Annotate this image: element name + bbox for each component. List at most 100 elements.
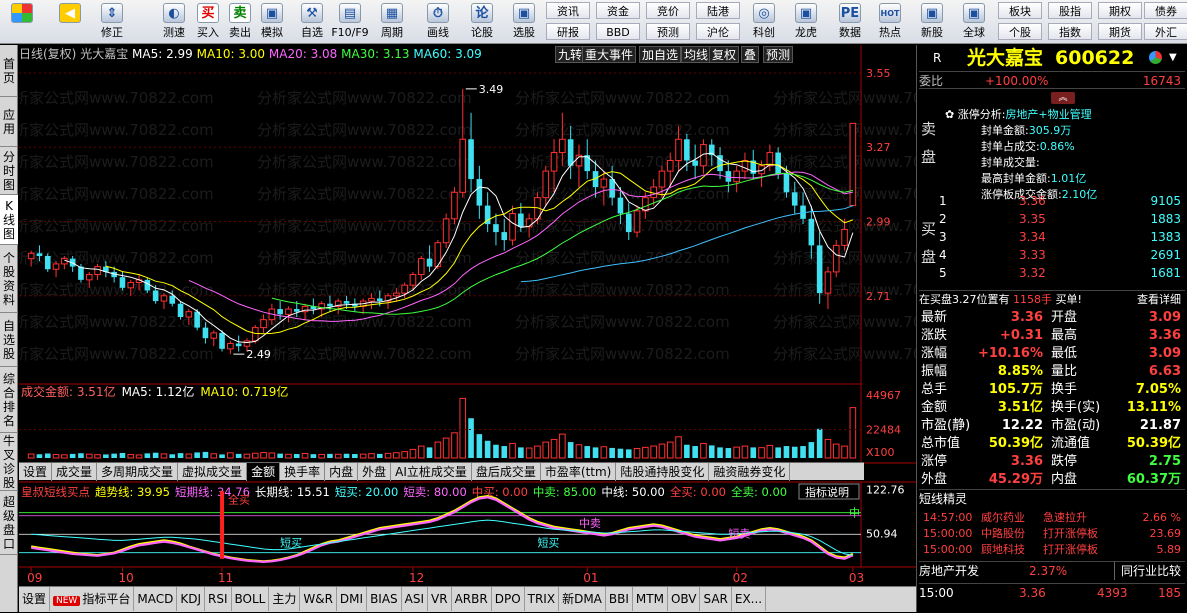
bid-row-5[interactable]: 5 3.32 1681 — [919, 264, 1185, 282]
left-tab-0[interactable]: 首页 — [0, 45, 18, 97]
toolbar-small-15[interactable]: 外汇 — [1144, 23, 1187, 40]
indicator-tab-6[interactable]: 内盘 — [325, 463, 359, 481]
sector-name[interactable]: 房地产开发 — [919, 564, 979, 578]
toolbar-button-13[interactable]: ◎ 科创 — [744, 1, 784, 43]
bottom-tab-20[interactable]: EX... — [732, 587, 767, 611]
toolbar-button-14[interactable]: ▣ 龙虎 — [786, 1, 826, 43]
toolbar-small-6[interactable]: 预测 — [646, 23, 690, 40]
chip-6[interactable]: 预测 — [763, 46, 794, 63]
toolbar-button-0[interactable] — [2, 1, 42, 43]
toolbar-small-13[interactable]: 指数 — [1048, 23, 1092, 40]
bottom-tab-5[interactable]: BOLL — [232, 587, 270, 611]
bottom-tab-8[interactable]: DMI — [337, 587, 368, 611]
toolbar-small-3[interactable]: 陆港 — [696, 2, 740, 19]
bottom-tab-11[interactable]: VR — [428, 587, 452, 611]
stock-code: 600622 — [1055, 47, 1135, 69]
bottom-tab-15[interactable]: 新DMA — [559, 587, 606, 611]
toolbar-button-6[interactable]: ▣ 模拟 — [252, 1, 292, 43]
sprite-row[interactable]: 15:00:00 顾地科技 打开涨停板 5.89 — [919, 541, 1185, 559]
bottom-tab-12[interactable]: ARBR — [452, 587, 492, 611]
bid-row-1[interactable]: 1 3.36 9105 — [919, 192, 1185, 210]
bottom-tab-18[interactable]: OBV — [668, 587, 701, 611]
indicator-explain-label[interactable]: 指标说明 — [805, 485, 849, 499]
toolbar-button-11[interactable]: 论论股 — [462, 1, 502, 43]
toolbar-button-8[interactable]: ▤ F10/F9 — [330, 1, 370, 43]
sprite-title[interactable]: 短线精灵 — [919, 492, 967, 506]
toolbar-button-1[interactable]: ◀ — [50, 1, 90, 43]
left-tab-6[interactable]: 综合排名 — [0, 367, 18, 433]
toolbar-button-7[interactable]: ⚒ 自选 — [292, 1, 332, 43]
chip-3[interactable]: 均线 — [681, 46, 712, 63]
bottom-tab-1[interactable]: NEW 指标平台 — [50, 587, 135, 611]
bottom-tab-9[interactable]: BIAS — [367, 587, 402, 611]
bottom-tab-7[interactable]: W&R — [300, 587, 337, 611]
toolbar-button-17[interactable]: ▣ 新股 — [912, 1, 952, 43]
bottom-tab-16[interactable]: BBI — [606, 587, 633, 611]
bottom-tab-2[interactable]: MACD — [134, 587, 178, 611]
toolbar-small-12[interactable]: 个股 — [998, 23, 1042, 40]
indicator-tab-1[interactable]: 成交量 — [52, 463, 98, 481]
bid-row-2[interactable]: 2 3.35 1883 — [919, 210, 1185, 228]
toolbar-small-5[interactable]: BBD — [596, 23, 640, 40]
bottom-tab-0[interactable]: 设置 — [19, 587, 51, 611]
toolbar-button-12[interactable]: ▣ 选股 — [504, 1, 544, 43]
toolbar-small-2[interactable]: 竞价 — [646, 2, 690, 19]
toolbar-small-4[interactable]: 研报 — [546, 23, 590, 40]
toolbar-button-9[interactable]: ▦ 周期 — [372, 1, 412, 43]
color-wheel-icon[interactable] — [1149, 51, 1162, 64]
chip-5[interactable]: 叠 — [741, 46, 760, 63]
left-tab-1[interactable]: 应用 — [0, 97, 18, 147]
left-tab-8[interactable]: 超级盘口 — [0, 491, 18, 555]
bottom-tab-19[interactable]: SAR — [700, 587, 732, 611]
indicator-tab-11[interactable]: 陆股通持股变化 — [616, 463, 710, 481]
toolbar-button-10[interactable]: ⏱ 画线 — [418, 1, 458, 43]
toolbar-small-1[interactable]: 资金 — [596, 2, 640, 19]
bottom-tab-17[interactable]: MTM — [633, 587, 668, 611]
left-tab-4[interactable]: 个股资料 — [0, 245, 18, 313]
limit-sector[interactable]: 房地产+物业管理 — [1005, 108, 1091, 121]
indicator-tab-4[interactable]: 金额 — [247, 463, 281, 481]
bottom-tab-6[interactable]: 主力 — [269, 587, 301, 611]
indicator-tab-0[interactable]: 设置 — [19, 463, 53, 481]
indicator-tab-9[interactable]: 盘后成交量 — [472, 463, 541, 481]
left-tab-7[interactable]: 牛叉诊股 — [0, 433, 18, 491]
sector-compare-button[interactable]: 同行业比较 — [1113, 562, 1181, 580]
toolbar-small-14[interactable]: 期货 — [1098, 23, 1142, 40]
indicator-tab-7[interactable]: 外盘 — [358, 463, 392, 481]
toolbar-small-10[interactable]: 期权 — [1098, 2, 1142, 19]
bottom-tab-14[interactable]: TRIX — [525, 587, 560, 611]
bottom-tab-4[interactable]: RSI — [205, 587, 232, 611]
toolbar-button-16[interactable]: HOT 热点 — [870, 1, 910, 43]
collapse-icon[interactable]: ︽ — [1051, 92, 1075, 104]
chip-4[interactable]: 复权 — [709, 46, 740, 63]
indicator-tab-2[interactable]: 多周期成交量 — [97, 463, 179, 481]
toolbar-small-11[interactable]: 债券 — [1144, 2, 1187, 19]
bottom-tab-13[interactable]: DPO — [492, 587, 525, 611]
bid-row-3[interactable]: 3 3.34 1383 — [919, 228, 1185, 246]
bottom-tab-3[interactable]: KDJ — [177, 587, 205, 611]
toolbar-button-15[interactable]: PE 数据 — [830, 1, 870, 43]
view-detail-link[interactable]: 查看详细 — [1137, 291, 1181, 309]
left-tab-3[interactable]: K线图 — [0, 195, 18, 245]
indicator-tab-5[interactable]: 换手率 — [280, 463, 326, 481]
indicator-tab-12[interactable]: 融资融券变化 — [709, 463, 791, 481]
indicator-tab-10[interactable]: 市盈率(ttm) — [541, 463, 617, 481]
indicator-tab-8[interactable]: AI立桩成交量 — [391, 463, 472, 481]
toolbar-small-0[interactable]: 资讯 — [546, 2, 590, 19]
left-tab-2[interactable]: 分时图 — [0, 147, 18, 195]
dropdown-icon[interactable]: ▼ — [1169, 47, 1177, 69]
toolbar-button-2[interactable]: ⇕ 修正 — [92, 1, 132, 43]
indicator-tab-3[interactable]: 虚拟成交量 — [178, 463, 248, 481]
toolbar-button-18[interactable]: ▣ 全球 — [954, 1, 994, 43]
toolbar-small-9[interactable]: 股指 — [1048, 2, 1092, 19]
toolbar-small-7[interactable]: 沪伦 — [696, 23, 740, 40]
chip-0[interactable]: 九转 — [555, 46, 586, 63]
bottom-tab-10[interactable]: ASI — [402, 587, 429, 611]
chip-2[interactable]: 加自选 — [639, 46, 682, 63]
bid-row-4[interactable]: 4 3.33 2691 — [919, 246, 1185, 264]
period-label[interactable]: 日线(复权) — [19, 47, 76, 61]
toolbar-small-8[interactable]: 板块 — [998, 2, 1042, 19]
left-tab-5[interactable]: 自选股 — [0, 313, 18, 367]
kline-chart-area[interactable]: 分析家公式网www.70822.com 分析家公式网www.70822.com 分析… — [19, 45, 916, 590]
chip-1[interactable]: 重大事件 — [582, 46, 637, 63]
